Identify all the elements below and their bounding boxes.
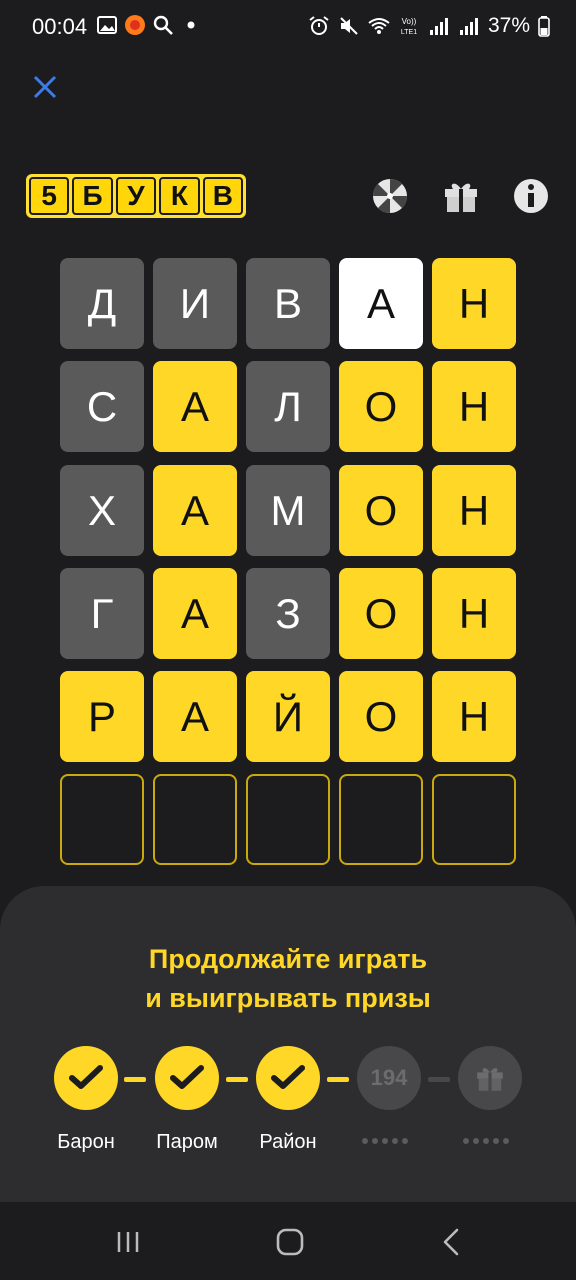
svg-text:LTE1: LTE1 [401, 29, 417, 36]
signal-icon [429, 18, 448, 35]
letter-tile-yellow: Р [60, 671, 144, 762]
logo-letter: К [159, 177, 200, 215]
svg-text:Vo)): Vo)) [402, 17, 417, 26]
status-left-icons [96, 14, 202, 36]
letter-tile-yellow: О [339, 465, 423, 556]
close-icon[interactable] [28, 70, 62, 104]
letter-tile-gray: Г [60, 568, 144, 659]
letter-tile-yellow: Й [246, 671, 330, 762]
letter-tile-white: А [339, 258, 423, 349]
app-notification-icon [125, 15, 145, 35]
step-done-circle [54, 1046, 118, 1110]
logo-letter: У [115, 177, 157, 215]
status-time: 00:04 [32, 14, 88, 39]
sheet-title-line: и выигрывать призы [145, 983, 431, 1013]
empty-letter-tile [153, 774, 237, 865]
empty-letter-tile [246, 774, 330, 865]
progress-connector [226, 1077, 248, 1082]
navigation-bar [0, 1202, 576, 1280]
letter-tile-gray: И [153, 258, 237, 349]
back-icon[interactable] [432, 1224, 472, 1260]
letter-tile-gray: Х [60, 465, 144, 556]
letter-tile-gray: Д [60, 258, 144, 349]
letter-tile-yellow: Н [432, 361, 516, 452]
signal-icon [459, 18, 478, 35]
sheet-title: Продолжайте играть и выигрывать призы [0, 940, 576, 1018]
step-label: Район [259, 1131, 317, 1153]
step-done-circle [155, 1046, 219, 1110]
letter-tile-yellow: А [153, 465, 237, 556]
wheel-of-fortune-icon[interactable] [370, 176, 410, 216]
gift-icon [477, 1068, 503, 1091]
logo-letter: В [202, 177, 244, 215]
checkmark-icon [271, 1065, 305, 1089]
empty-letter-tile [339, 774, 423, 865]
letter-tile-gray: З [246, 568, 330, 659]
empty-letter-tile [432, 774, 516, 865]
hidden-word-dots [463, 1138, 509, 1144]
status-bar: 00:04 Vo)) LTE1 37% [0, 0, 576, 54]
dot-icon [187, 21, 195, 29]
letter-tile-yellow: О [339, 671, 423, 762]
gift-icon[interactable] [441, 176, 481, 216]
step-gift-circle [458, 1046, 522, 1110]
letter-tile-gray: С [60, 361, 144, 452]
status-right: Vo)) LTE1 37% [308, 14, 550, 38]
progress-connector [428, 1077, 450, 1082]
prize-sheet [0, 886, 576, 1202]
empty-letter-tile [60, 774, 144, 865]
letter-tile-yellow: А [153, 361, 237, 452]
letter-tile-yellow: О [339, 361, 423, 452]
letter-tile-gray: М [246, 465, 330, 556]
wifi-icon [368, 18, 390, 34]
logo-letter: 5 [29, 177, 70, 215]
letter-tile-yellow: Н [432, 258, 516, 349]
volte-icon: Vo)) LTE1 [401, 17, 417, 36]
letter-tile-yellow: Н [432, 671, 516, 762]
recent-apps-icon[interactable] [108, 1224, 148, 1260]
checkmark-icon [69, 1065, 103, 1089]
checkmark-icon [170, 1065, 204, 1089]
search-icon [153, 15, 173, 35]
letter-tile-yellow: А [153, 671, 237, 762]
step-label: Барон [57, 1131, 115, 1153]
home-icon[interactable] [270, 1224, 310, 1260]
battery-percent: 37% [487, 14, 530, 37]
game-logo: 5 Б У К В [26, 174, 246, 218]
progress-connector [124, 1077, 146, 1082]
letter-tile-gray: Л [246, 361, 330, 452]
alarm-icon [309, 16, 329, 35]
battery-icon [538, 16, 550, 37]
gallery-icon [97, 16, 117, 34]
progress-connector [327, 1077, 349, 1082]
step-done-circle [256, 1046, 320, 1110]
logo-letter: Б [72, 177, 113, 215]
hidden-word-dots [362, 1138, 408, 1144]
step-label: Паром [156, 1131, 218, 1153]
mute-icon [340, 17, 358, 35]
letter-tile-yellow: А [153, 568, 237, 659]
letter-tile-yellow: Н [432, 568, 516, 659]
letter-tile-yellow: Н [432, 465, 516, 556]
info-icon[interactable] [511, 176, 551, 216]
letter-tile-gray: В [246, 258, 330, 349]
step-pending-circle: 194 [357, 1046, 421, 1110]
sheet-title-line: Продолжайте играть [148, 944, 428, 974]
letter-tile-yellow: О [339, 568, 423, 659]
